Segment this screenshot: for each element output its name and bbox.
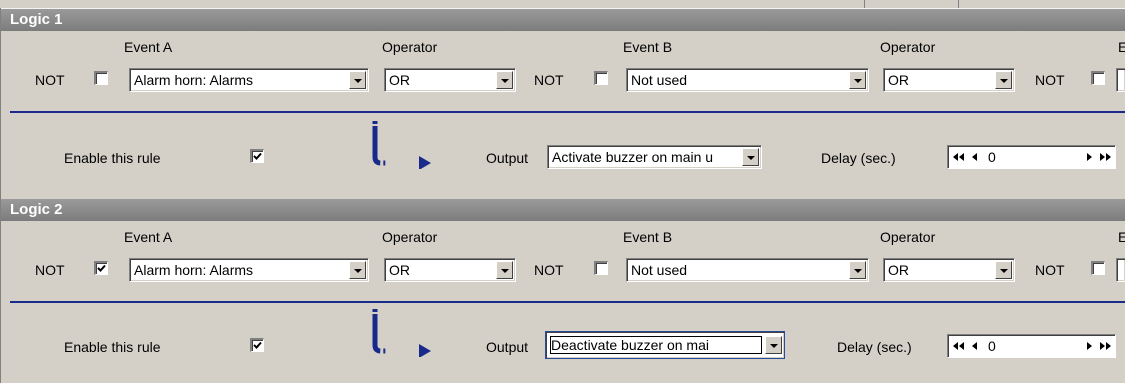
enable-rule-label: Enable this rule	[64, 150, 161, 166]
chevron-down-icon[interactable]	[496, 71, 513, 89]
decrease-icon[interactable]	[970, 150, 980, 164]
operator-2-value: OR	[888, 262, 909, 278]
event-b-heading: Event B	[623, 39, 673, 55]
output-arrow-icon	[372, 121, 431, 169]
event-a-heading: Event A	[124, 39, 173, 55]
delay-spinner[interactable]: 0	[947, 145, 1116, 169]
event-c-heading-clipped: E	[1118, 39, 1125, 55]
output-label: Output	[486, 339, 529, 355]
fast-increase-icon[interactable]	[1098, 339, 1112, 353]
event-c-dropdown-clipped[interactable]	[1116, 258, 1125, 282]
not-label: NOT	[35, 262, 65, 278]
enable-rule-checkbox[interactable]	[250, 149, 264, 163]
chevron-down-icon[interactable]	[849, 261, 866, 279]
operator-heading: Operator	[382, 39, 438, 55]
delay-label: Delay (sec.)	[821, 150, 896, 166]
chevron-down-icon[interactable]	[765, 336, 782, 354]
output-label: Output	[486, 150, 529, 166]
top-toolbar-strip	[0, 0, 1125, 9]
event-b-dropdown[interactable]: Not used	[626, 258, 869, 282]
event-a-value: Alarm horn: Alarms	[134, 72, 254, 88]
event-b-value: Not used	[631, 262, 688, 278]
operator-2-dropdown[interactable]: OR	[883, 68, 1015, 92]
increase-icon[interactable]	[1084, 339, 1094, 353]
delay-value: 0	[988, 149, 996, 165]
not-event-b-checkbox[interactable]	[594, 261, 608, 275]
chevron-down-icon[interactable]	[349, 71, 366, 89]
toolbar-separator	[958, 0, 959, 8]
operator-2-value: OR	[888, 72, 909, 88]
not-event-b-checkbox[interactable]	[594, 71, 608, 85]
not-label: NOT	[534, 262, 564, 278]
output-dropdown[interactable]: Deactivate buzzer on mai	[545, 331, 785, 359]
rule-header: Logic 2	[1, 199, 1125, 221]
event-b-dropdown[interactable]: Not used	[626, 68, 869, 92]
operator-1-value: OR	[389, 72, 410, 88]
increase-icon[interactable]	[1084, 150, 1094, 164]
event-a-dropdown[interactable]: Alarm horn: Alarms	[129, 258, 369, 282]
not-event-c-checkbox[interactable]	[1091, 261, 1105, 275]
rule-divider	[10, 301, 1125, 303]
chevron-down-icon[interactable]	[742, 148, 759, 166]
fast-increase-icon[interactable]	[1098, 150, 1112, 164]
operator-2-dropdown[interactable]: OR	[883, 258, 1015, 282]
output-value: Activate buzzer on main u	[552, 149, 714, 165]
not-label: NOT	[1035, 72, 1065, 88]
not-label: NOT	[35, 72, 65, 88]
fast-decrease-icon[interactable]	[952, 150, 966, 164]
fast-decrease-icon[interactable]	[952, 339, 966, 353]
not-event-a-checkbox[interactable]	[94, 261, 108, 275]
not-label: NOT	[534, 72, 564, 88]
output-arrow-icon	[372, 309, 431, 357]
logic-rule-2: Logic 2 Event A Operator Event B Operato…	[1, 199, 1125, 383]
delay-label: Delay (sec.)	[837, 339, 912, 355]
delay-value: 0	[988, 338, 996, 354]
operator-1-value: OR	[389, 262, 410, 278]
chevron-down-icon[interactable]	[849, 71, 866, 89]
enable-rule-checkbox[interactable]	[250, 338, 264, 352]
toolbar-separator	[864, 0, 865, 8]
event-a-value: Alarm horn: Alarms	[134, 262, 254, 278]
enable-rule-label: Enable this rule	[64, 339, 161, 355]
not-event-c-checkbox[interactable]	[1091, 71, 1105, 85]
operator-heading: Operator	[880, 39, 936, 55]
chevron-down-icon[interactable]	[995, 71, 1012, 89]
operator-heading: Operator	[880, 229, 936, 245]
event-b-heading: Event B	[623, 229, 673, 245]
not-label: NOT	[1035, 262, 1065, 278]
event-c-dropdown-clipped[interactable]	[1116, 68, 1125, 92]
event-c-heading-clipped: E	[1118, 229, 1125, 245]
chevron-down-icon[interactable]	[349, 261, 366, 279]
decrease-icon[interactable]	[970, 339, 980, 353]
event-a-dropdown[interactable]: Alarm horn: Alarms	[129, 68, 369, 92]
delay-spinner[interactable]: 0	[947, 334, 1116, 358]
operator-heading: Operator	[382, 229, 438, 245]
rule-divider	[10, 111, 1125, 113]
chevron-down-icon[interactable]	[995, 261, 1012, 279]
operator-1-dropdown[interactable]: OR	[384, 68, 516, 92]
event-a-heading: Event A	[124, 229, 173, 245]
operator-1-dropdown[interactable]: OR	[384, 258, 516, 282]
logic-rule-1: Logic 1 Event A Operator Event B Operato…	[1, 9, 1125, 196]
chevron-down-icon[interactable]	[496, 261, 513, 279]
not-event-a-checkbox[interactable]	[94, 71, 108, 85]
rule-header: Logic 1	[1, 9, 1125, 31]
output-dropdown[interactable]: Activate buzzer on main u	[547, 145, 762, 169]
event-b-value: Not used	[631, 72, 688, 88]
output-value: Deactivate buzzer on mai	[550, 336, 762, 354]
